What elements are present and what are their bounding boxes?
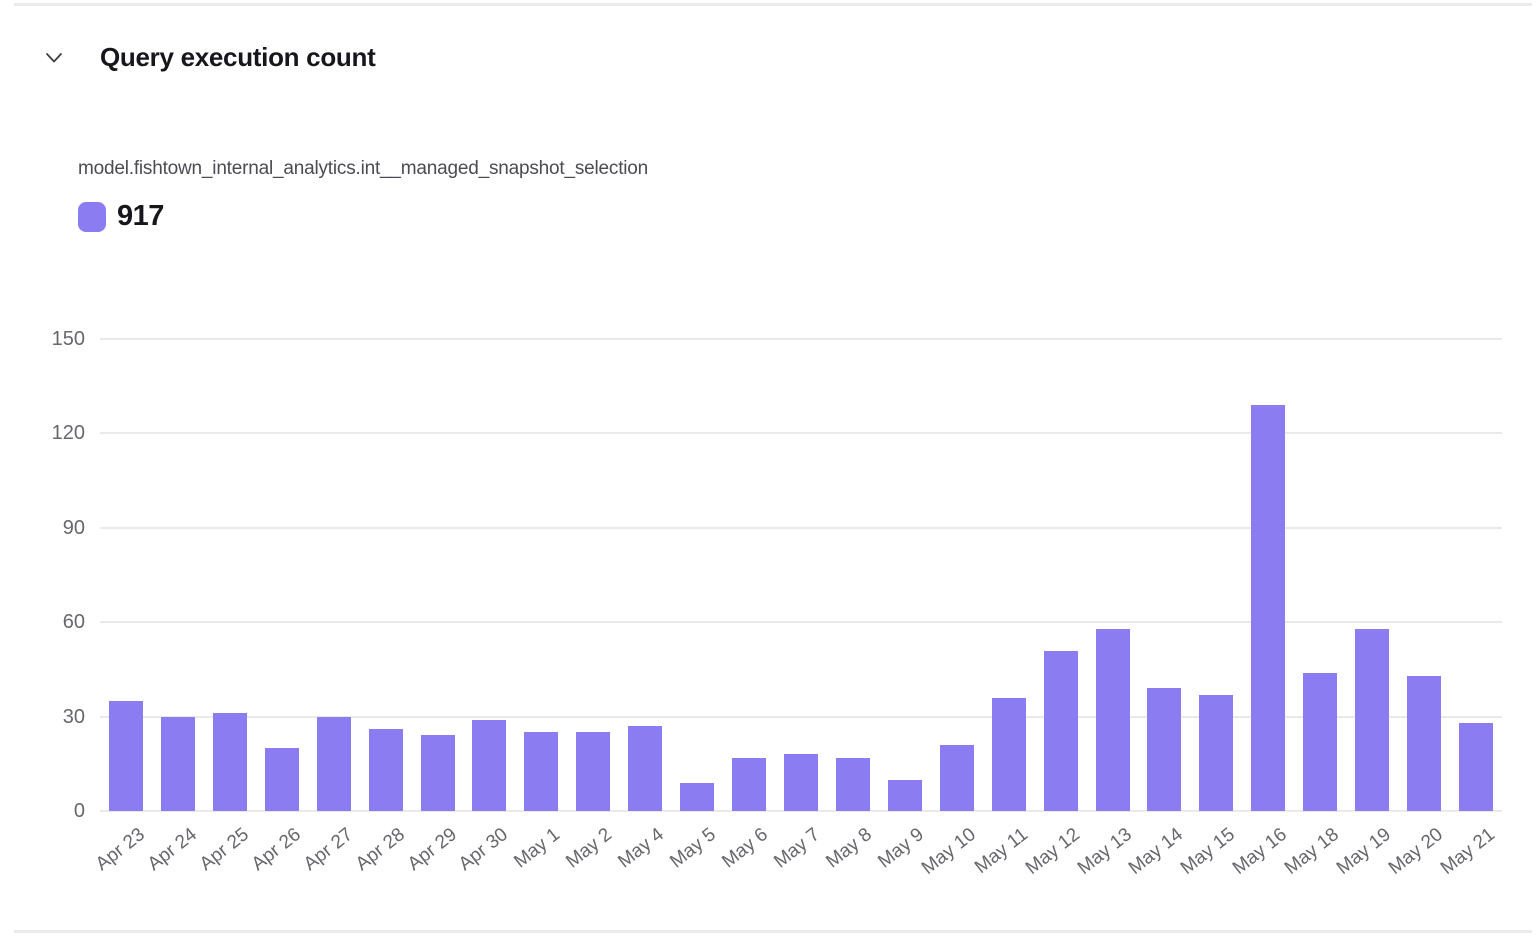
plot-area <box>100 339 1502 811</box>
query-execution-panel: { "header": { "title": "Query execution … <box>0 0 1540 936</box>
bar[interactable] <box>369 729 403 811</box>
bar[interactable] <box>265 748 299 811</box>
gridline <box>100 716 1502 718</box>
bar[interactable] <box>1459 723 1493 811</box>
y-tick-label: 60 <box>63 610 85 634</box>
bar[interactable] <box>109 701 143 811</box>
gridline <box>100 527 1502 529</box>
gridline <box>100 621 1502 623</box>
bar[interactable] <box>1355 629 1389 812</box>
y-tick-label: 150 <box>52 327 85 351</box>
bar[interactable] <box>836 758 870 811</box>
bar[interactable] <box>1147 688 1181 811</box>
bar[interactable] <box>576 732 610 811</box>
bar[interactable] <box>680 783 714 811</box>
bar[interactable] <box>161 717 195 811</box>
y-tick-label: 30 <box>63 705 85 729</box>
bar[interactable] <box>1096 629 1130 812</box>
bar[interactable] <box>1199 695 1233 811</box>
y-tick-label: 90 <box>63 516 85 540</box>
bar[interactable] <box>1303 673 1337 811</box>
bar[interactable] <box>1407 676 1441 811</box>
bar[interactable] <box>524 732 558 811</box>
bar[interactable] <box>784 754 818 811</box>
bar[interactable] <box>317 717 351 811</box>
bar[interactable] <box>213 713 247 811</box>
gridline <box>100 338 1502 340</box>
bar[interactable] <box>628 726 662 811</box>
y-axis-labels: 0306090120150 <box>0 0 100 936</box>
bar[interactable] <box>992 698 1026 811</box>
bar[interactable] <box>888 780 922 811</box>
bar[interactable] <box>1044 651 1078 811</box>
y-tick-label: 120 <box>52 421 85 445</box>
bar[interactable] <box>1251 405 1285 811</box>
bar[interactable] <box>421 735 455 811</box>
bar[interactable] <box>732 758 766 811</box>
bar[interactable] <box>472 720 506 811</box>
bar[interactable] <box>940 745 974 811</box>
gridline <box>100 432 1502 434</box>
bar-chart: 0306090120150 Apr 23Apr 24Apr 25Apr 26Ap… <box>0 0 1540 936</box>
x-axis-labels: Apr 23Apr 24Apr 25Apr 26Apr 27Apr 28Apr … <box>0 811 1540 931</box>
